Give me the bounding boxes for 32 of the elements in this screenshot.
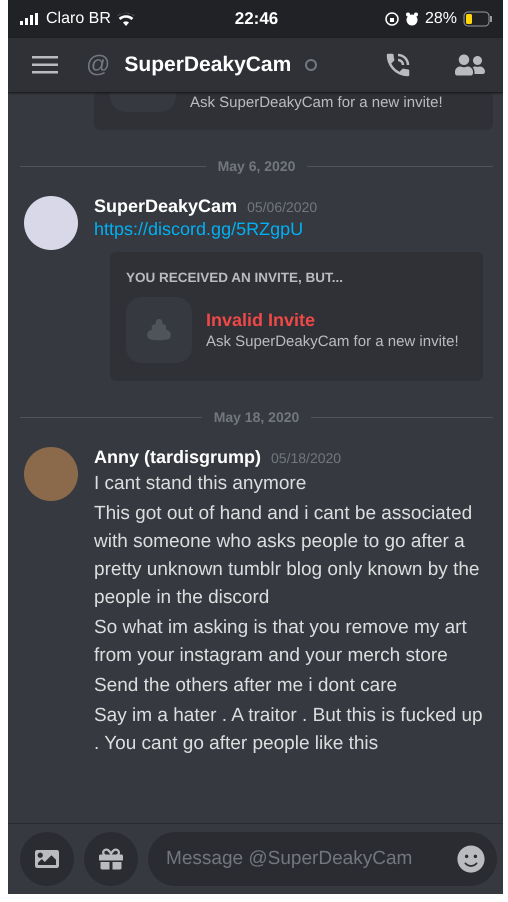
message-text: Say im a hater . A traitor . But this is fucked up . You cant go after people like this <box>94 704 484 756</box>
message-text: So what im asking is that you remove my art from your instagram and your merch store <box>94 616 468 668</box>
clock-time: 22:46 <box>234 9 278 29</box>
invite-link[interactable]: https://discord.gg/5RZgpU <box>94 219 493 240</box>
carrier-name: Claro BR <box>46 10 111 28</box>
user-avatar <box>24 447 78 501</box>
message-text: Send the others after me i dont care <box>94 674 398 698</box>
image-icon <box>35 847 59 871</box>
battery-percent: 28% <box>424 10 458 28</box>
author-name: Anny (tardisgrump) <box>94 447 262 468</box>
menu-icon[interactable] <box>32 56 58 74</box>
channel-title: SuperDeakyCam <box>124 53 292 77</box>
author-name: SuperDeakyCam <box>94 196 238 217</box>
date-divider-label: May 18, 2020 <box>214 409 300 425</box>
message-timestamp: 05/18/2020 <box>271 450 342 466</box>
signal-icon <box>20 13 40 25</box>
message-text: I cant stand this anymore <box>94 472 308 496</box>
user-avatar <box>24 196 78 250</box>
gift-icon <box>99 847 123 871</box>
date-divider-label: May 6, 2020 <box>218 158 296 174</box>
rotation-lock-icon <box>384 12 399 26</box>
invite-subtitle: Ask SuperDeakyCam for a new invite! <box>190 94 443 110</box>
message-timestamp: 05/06/2020 <box>247 199 318 215</box>
message-input[interactable]: Message @SuperDeakyCam <box>148 832 497 886</box>
battery-icon <box>463 11 494 27</box>
invite-subtitle: Ask SuperDeakyCam for a new invite! <box>206 333 460 350</box>
message-text: This got out of hand and i cant be associated with someone who asks people to go after a pretty unknown tumblr blog only known by the people in the discord <box>94 502 480 610</box>
invite-heading: YOU RECEIVED AN INVITE, BUT... <box>126 270 344 285</box>
at-symbol: @ <box>86 51 110 79</box>
wifi-icon <box>116 12 135 26</box>
emoji-icon[interactable] <box>457 845 485 873</box>
invite-title: Invalid Invite <box>206 310 316 331</box>
